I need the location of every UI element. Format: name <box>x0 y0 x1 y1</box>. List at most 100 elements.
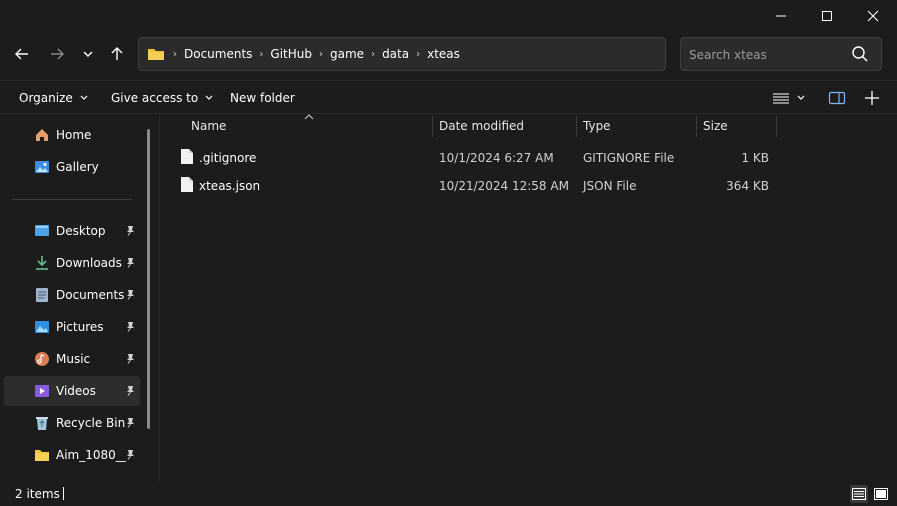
new-folder-label: New folder <box>230 91 295 105</box>
pictures-icon <box>35 321 49 333</box>
sidebar-item-label: Documents <box>56 288 125 302</box>
search-box[interactable] <box>680 37 882 71</box>
sidebar-item-aim-folder[interactable]: Aim_1080__1... <box>4 440 140 470</box>
column-separator[interactable] <box>576 115 577 137</box>
pin-icon <box>127 290 134 300</box>
breadcrumb-xteas[interactable]: xteas <box>427 47 460 61</box>
column-separator[interactable] <box>432 115 433 137</box>
chevron-down-icon <box>205 95 213 100</box>
navigation-bar: › Documents › GitHub › game › data › xte… <box>0 34 897 74</box>
large-icons-view-button[interactable] <box>872 485 890 503</box>
give-access-button[interactable]: Give access to <box>111 88 214 108</box>
sidebar-item-more[interactable] <box>4 472 140 482</box>
column-type-label: Type <box>583 119 611 133</box>
breadcrumb-data[interactable]: data <box>382 47 409 61</box>
file-size: 1 KB <box>741 151 769 165</box>
item-count: 2 items <box>15 487 60 501</box>
desktop-icon <box>35 225 49 236</box>
breadcrumb-game[interactable]: game <box>330 47 364 61</box>
sidebar-item-videos[interactable]: Videos <box>4 376 140 406</box>
documents-icon <box>36 288 48 302</box>
pin-icon <box>127 354 134 364</box>
sidebar-item-desktop[interactable]: Desktop <box>4 216 140 246</box>
sidebar-item-gallery[interactable]: Gallery <box>4 152 140 182</box>
arrow-up-icon <box>111 47 123 60</box>
pane-icon <box>828 91 846 105</box>
breadcrumb-separator: › <box>416 48 421 60</box>
music-icon <box>35 352 49 366</box>
details-pane-button[interactable] <box>828 88 846 108</box>
sidebar-item-recycle-bin[interactable]: Recycle Bin <box>4 408 140 438</box>
file-list: Name Date modified Type Size .gitignore … <box>161 114 897 482</box>
maximize-button[interactable] <box>804 0 850 32</box>
column-header-type[interactable]: Type <box>583 115 611 137</box>
new-button[interactable] <box>864 88 880 108</box>
column-header-size[interactable]: Size <box>703 115 728 137</box>
sort-ascending-icon <box>304 114 314 120</box>
status-bar: 2 items <box>0 482 897 506</box>
plus-icon <box>865 91 879 105</box>
breadcrumb-separator: › <box>319 48 324 60</box>
sidebar-item-label: Home <box>56 128 92 142</box>
sidebar-item-documents[interactable]: Documents <box>4 280 140 310</box>
close-icon <box>867 10 879 22</box>
sidebar-divider <box>12 199 132 200</box>
details-view-button[interactable] <box>850 485 868 503</box>
search-icon[interactable] <box>851 45 869 66</box>
minimize-button[interactable] <box>758 0 804 32</box>
breadcrumb-documents[interactable]: Documents <box>184 47 252 61</box>
column-name-label: Name <box>191 119 227 133</box>
file-icon <box>181 177 193 192</box>
large-icons-view-icon <box>874 488 888 500</box>
file-type: GITIGNORE File <box>583 151 675 165</box>
organize-button[interactable]: Organize <box>19 88 89 108</box>
home-icon <box>36 129 48 141</box>
breadcrumb-github[interactable]: GitHub <box>270 47 312 61</box>
close-button[interactable] <box>850 0 896 32</box>
file-row[interactable]: xteas.json 10/21/2024 12:58 AM JSON File… <box>175 172 775 198</box>
file-name: .gitignore <box>199 151 257 165</box>
address-bar[interactable]: › Documents › GitHub › game › data › xte… <box>138 37 792 71</box>
breadcrumb-separator: › <box>371 48 376 60</box>
column-date-label: Date modified <box>439 119 525 133</box>
give-access-label: Give access to <box>111 91 199 105</box>
details-view-icon <box>852 488 866 500</box>
arrow-right-icon <box>51 48 64 60</box>
file-date: 10/1/2024 6:27 AM <box>439 151 554 165</box>
column-header-date[interactable]: Date modified <box>439 115 524 137</box>
recent-locations-button[interactable] <box>73 38 103 70</box>
sidebar-item-pictures[interactable]: Pictures <box>4 312 140 342</box>
breadcrumb-separator: › <box>259 48 264 60</box>
breadcrumb-separator: › <box>173 48 177 60</box>
sidebar-item-music[interactable]: Music <box>4 344 140 374</box>
search-input[interactable] <box>689 46 849 64</box>
file-name: xteas.json <box>199 179 261 193</box>
column-header-name[interactable]: Name <box>191 115 226 137</box>
sidebar-item-downloads[interactable]: Downloads <box>4 248 140 278</box>
pin-icon <box>127 450 134 460</box>
sidebar-item-label: Downloads <box>56 256 122 270</box>
pin-icon <box>127 322 134 332</box>
file-row[interactable]: .gitignore 10/1/2024 6:27 AM GITIGNORE F… <box>175 144 775 170</box>
pin-icon <box>127 258 134 268</box>
view-options-button[interactable] <box>772 88 806 108</box>
sidebar-item-label: Videos <box>56 384 96 398</box>
list-view-icon <box>773 93 789 104</box>
new-folder-button[interactable]: New folder <box>230 88 295 108</box>
up-button[interactable] <box>102 38 132 70</box>
arrow-left-icon <box>15 48 28 60</box>
column-separator[interactable] <box>696 115 697 137</box>
sidebar-item-home[interactable]: Home <box>4 120 140 150</box>
title-bar <box>0 0 897 32</box>
recycle-bin-icon <box>36 417 48 430</box>
back-button[interactable] <box>7 38 37 70</box>
chevron-down-icon <box>797 95 805 100</box>
navigation-pane: Home Gallery Desktop Downloads Documents… <box>0 115 160 482</box>
sidebar-scrollbar[interactable] <box>147 129 150 429</box>
column-separator[interactable] <box>776 115 777 137</box>
sidebar-item-label: Gallery <box>56 160 99 174</box>
forward-button[interactable] <box>42 38 72 70</box>
sidebar-item-label: Desktop <box>56 224 106 238</box>
file-type: JSON File <box>583 179 637 193</box>
sidebar-item-label: Recycle Bin <box>56 416 126 430</box>
